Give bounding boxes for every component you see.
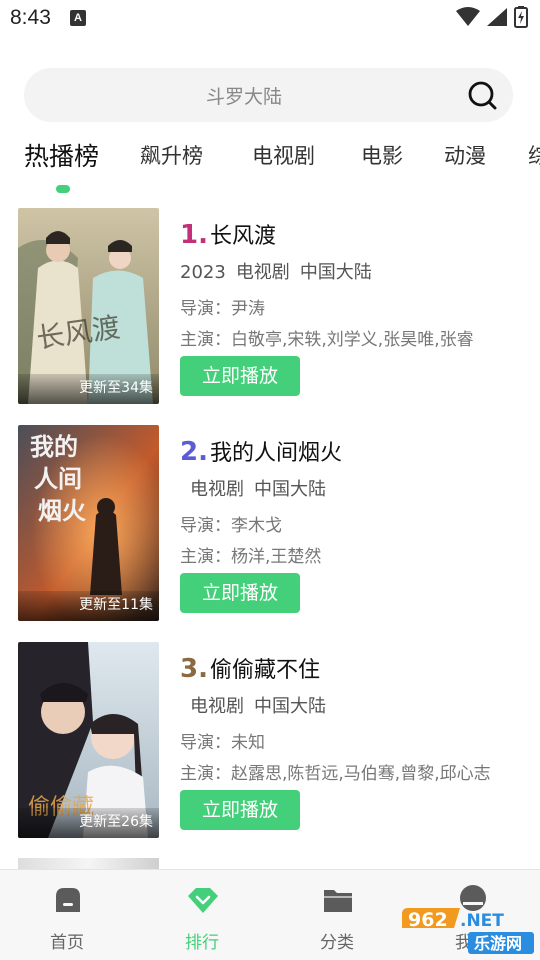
list-item[interactable]: 长风渡 更新至34集 1.长风渡 2023 电视剧 中国大陆 导演：尹涛 主演：白敬… <box>0 208 540 404</box>
director: 导演：尹涛 <box>180 299 265 319</box>
list-item[interactable]: 我的 人间 烟火 更新至11集 2.我的人间烟火 电视剧 中国大陆 导演：李木戈 … <box>0 425 540 621</box>
item-title[interactable]: 3.偷偷藏不住 <box>180 652 320 684</box>
svg-text:人间: 人间 <box>34 464 82 493</box>
episode-badge: 更新至26集 <box>18 808 159 838</box>
nav-category-label: 分类 <box>320 933 354 953</box>
tab-anime[interactable]: 动漫 <box>444 140 486 170</box>
search-input[interactable]: 斗罗大陆 <box>24 82 464 109</box>
director: 导演：李木戈 <box>180 516 282 536</box>
item-meta: 2023 电视剧 中国大陆 <box>180 258 382 284</box>
search-icon[interactable] <box>467 80 497 110</box>
svg-text:烟火: 烟火 <box>38 496 86 525</box>
play-now-button[interactable]: 立即播放 <box>180 573 300 613</box>
region: 中国大陆 <box>254 479 326 500</box>
item-title[interactable]: 2.我的人间烟火 <box>180 435 342 467</box>
region: 中国大陆 <box>254 696 326 717</box>
title-text: 长风渡 <box>209 224 276 249</box>
tab-variety[interactable]: 综 <box>528 140 540 170</box>
director: 导演：未知 <box>180 733 265 753</box>
genre: 电视剧 <box>190 696 244 717</box>
nav-ranking[interactable]: 排行 <box>157 870 247 960</box>
rank-number: 2. <box>180 437 208 467</box>
nav-category[interactable]: 分类 <box>292 870 382 960</box>
title-text: 偷偷藏不住 <box>209 658 320 683</box>
list-item[interactable]: 偷偷藏 更新至26集 3.偷偷藏不住 电视剧中国大陆 导演：未知 主演：赵露思,… <box>0 642 540 838</box>
rank-number: 3. <box>180 654 208 684</box>
year: 2023 <box>180 262 226 283</box>
title-text: 我的人间烟火 <box>209 441 342 466</box>
watermark-text: 乐游网 <box>474 934 522 953</box>
nav-ranking-label: 排行 <box>185 933 219 953</box>
status-bar: 8:43 A <box>0 0 540 36</box>
region: 中国大陆 <box>299 262 372 283</box>
folder-icon <box>324 890 352 912</box>
wifi-icon <box>456 7 480 26</box>
nav-home[interactable]: 首页 <box>22 870 112 960</box>
episode-badge: 更新至34集 <box>18 374 159 404</box>
status-icons <box>456 6 528 28</box>
ranking-icon <box>188 888 218 913</box>
tab-indicator <box>56 185 70 193</box>
battery-icon <box>514 6 528 28</box>
rank-number: 1. <box>180 220 208 250</box>
notification-a-icon: A <box>70 10 86 26</box>
svg-text:我的: 我的 <box>30 432 78 461</box>
cast: 主演：白敬亭,宋轶,刘学义,张昊唯,张睿 <box>180 330 474 350</box>
poster-image[interactable]: 长风渡 更新至34集 <box>18 208 159 404</box>
tab-hot[interactable]: 热播榜 <box>24 140 99 173</box>
watermark-logo: 962 .NET 乐游网 <box>402 908 534 954</box>
item-meta: 电视剧 中国大陆 <box>190 692 336 718</box>
signal-icon <box>487 8 507 26</box>
play-now-button[interactable]: 立即播放 <box>180 790 300 830</box>
poster-image[interactable]: 偷偷藏 更新至26集 <box>18 642 159 838</box>
home-icon <box>56 888 80 912</box>
tab-movie[interactable]: 电影 <box>361 140 403 170</box>
item-title[interactable]: 1.长风渡 <box>180 218 276 250</box>
tab-rising[interactable]: 飙升榜 <box>140 140 203 170</box>
poster-image[interactable]: 我的 人间 烟火 更新至11集 <box>18 425 159 621</box>
watermark-number: 962 <box>408 909 448 931</box>
play-now-button[interactable]: 立即播放 <box>180 356 300 396</box>
episode-badge: 更新至11集 <box>18 591 159 621</box>
category-tabs: 热播榜 飙升榜 电视剧 电影 动漫 综 <box>0 140 540 200</box>
genre: 电视剧 <box>235 262 290 283</box>
status-time: 8:43 <box>10 6 51 29</box>
item-meta: 电视剧 中国大陆 <box>190 475 336 501</box>
nav-home-label: 首页 <box>50 933 84 953</box>
genre: 电视剧 <box>190 479 244 500</box>
site-watermark: 962 .NET 乐游网 <box>398 906 538 956</box>
search-bar[interactable]: 斗罗大陆 <box>24 68 513 122</box>
cast: 主演：赵露思,陈哲远,马伯骞,曾黎,邱心志 <box>180 764 491 784</box>
watermark-suffix: .NET <box>460 911 504 931</box>
cast: 主演：杨洋,王楚然 <box>180 547 322 567</box>
tab-tv[interactable]: 电视剧 <box>252 140 315 170</box>
